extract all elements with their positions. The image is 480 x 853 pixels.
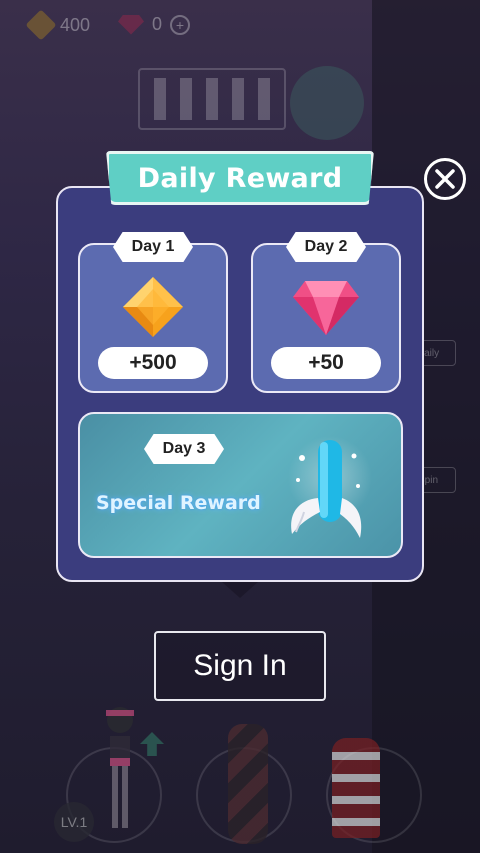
gem-icon [118, 14, 144, 35]
dialog-title-banner: Daily Reward [106, 151, 374, 205]
gold-icon [25, 9, 57, 41]
add-gems-button: + [170, 14, 191, 35]
close-icon [435, 169, 455, 189]
close-button[interactable] [424, 158, 466, 200]
level-badge: LV.1 [54, 802, 94, 842]
reward-amount: +500 [98, 347, 208, 379]
day-tag: Day 2 [286, 232, 366, 262]
background-character-icon [106, 707, 134, 828]
background-bars [138, 68, 286, 130]
gem-amount: 0 [152, 14, 163, 34]
special-reward-label: Special Reward [96, 492, 261, 514]
background-car-icon [290, 66, 364, 140]
gold-currency: 400 [25, 9, 91, 41]
background-board-icon [228, 724, 268, 844]
day-tag: Day 3 [144, 434, 224, 464]
reward-card-day-2[interactable]: Day 2 +50 [251, 232, 401, 393]
gold-gem-icon [123, 277, 183, 337]
background-item-icon [332, 738, 380, 838]
pink-diamond-icon [293, 281, 359, 335]
reward-card-day-3[interactable]: Day 3 Special Reward [78, 412, 403, 558]
day-tag: Day 1 [113, 232, 193, 262]
reward-card-day-1[interactable]: Day 1 +500 [78, 232, 228, 393]
sign-in-button[interactable]: Sign In [154, 631, 326, 701]
reward-amount: +50 [271, 347, 381, 379]
winged-board-icon [288, 436, 372, 538]
gem-currency: 0 + [118, 14, 191, 35]
gold-amount: 400 [60, 14, 91, 35]
dialog-title: Daily Reward [137, 162, 343, 194]
